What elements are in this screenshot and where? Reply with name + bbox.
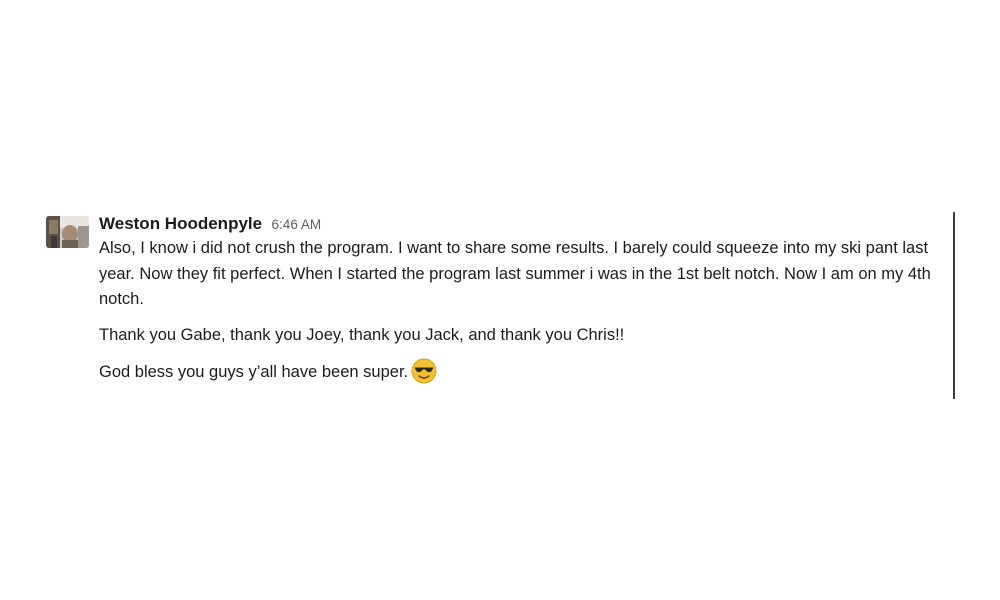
message-paragraph: Also, I know i did not crush the program… bbox=[99, 239, 931, 308]
message-header: Weston Hoodenpyle 6:46 AM bbox=[99, 212, 959, 236]
sender-name[interactable]: Weston Hoodenpyle bbox=[99, 214, 262, 233]
message-paragraph: Thank you Gabe, thank you Joey, thank yo… bbox=[99, 325, 625, 344]
message-paragraph-last: God bless you guys y’all have been super… bbox=[99, 358, 959, 386]
message-paragraph-text: God bless you guys y’all have been super… bbox=[99, 363, 409, 381]
message-timestamp[interactable]: 6:46 AM bbox=[272, 217, 322, 232]
smiling-face-with-sunglasses-icon bbox=[411, 358, 437, 384]
avatar[interactable] bbox=[46, 216, 89, 248]
message-body: Also, I know i did not crush the program… bbox=[99, 236, 959, 386]
scrollbar[interactable] bbox=[953, 212, 955, 399]
message-content: Weston Hoodenpyle 6:46 AM Also, I know i… bbox=[99, 212, 959, 386]
